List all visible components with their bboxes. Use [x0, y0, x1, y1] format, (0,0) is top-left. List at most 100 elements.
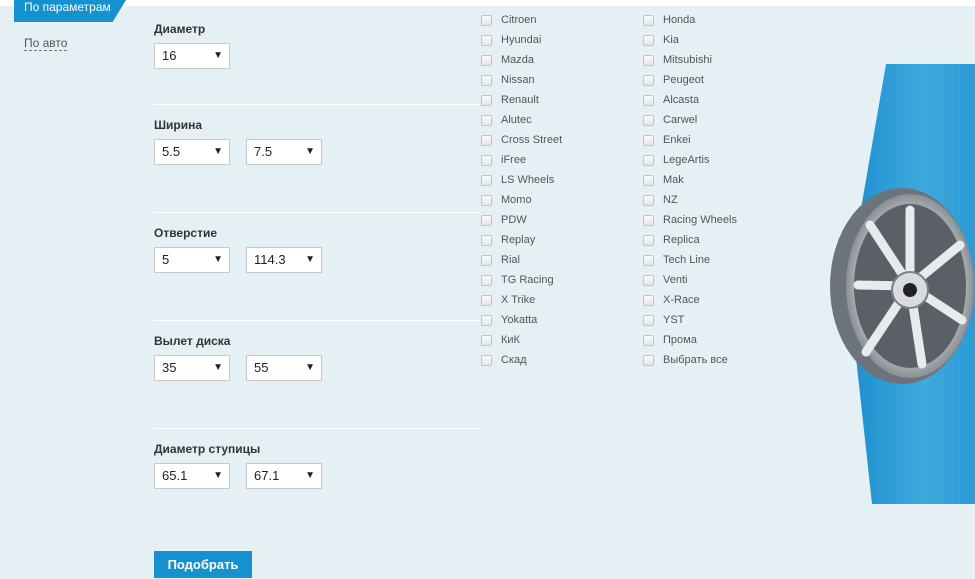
brand-checkbox-item[interactable]: Cross Street	[481, 130, 562, 150]
brand-checkbox-item[interactable]: Mitsubishi	[643, 50, 712, 70]
width-max-select[interactable]: 7.5 ▼	[246, 139, 322, 165]
dropdown-arrow-icon: ▼	[213, 470, 223, 481]
brand-checkbox-item[interactable]: PDW	[481, 210, 527, 230]
brand-checkbox-item[interactable]: LS Wheels	[481, 170, 554, 190]
brand-checkbox-item[interactable]: X Trike	[481, 290, 535, 310]
brand-label: Alcasta	[663, 94, 700, 106]
brand-checkbox-item[interactable]: NZ	[643, 190, 678, 210]
bolt-diameter-value: 114.3	[254, 252, 286, 267]
brand-checkbox-item[interactable]: Honda	[643, 10, 695, 30]
checkbox[interactable]	[643, 254, 654, 266]
checkbox[interactable]	[643, 274, 654, 286]
brand-checkbox-item[interactable]: Прома	[643, 330, 697, 350]
tab-by-car[interactable]: По авто	[24, 36, 68, 51]
checkbox[interactable]	[643, 154, 654, 166]
checkbox[interactable]	[481, 334, 492, 346]
checkbox[interactable]	[481, 54, 492, 66]
brand-label: Mazda	[501, 54, 535, 66]
brand-checkbox-item[interactable]: Citroen	[481, 10, 536, 30]
brand-checkbox-item[interactable]: Alutec	[481, 110, 532, 130]
checkbox[interactable]	[481, 194, 492, 206]
checkbox[interactable]	[643, 174, 654, 186]
dropdown-arrow-icon: ▼	[213, 362, 223, 373]
brand-checkbox-item[interactable]: Enkei	[643, 130, 691, 150]
brand-label: iFree	[501, 154, 527, 166]
brand-checkbox-item[interactable]: Venti	[643, 270, 687, 290]
offset-min-select[interactable]: 35 ▼	[154, 355, 230, 381]
checkbox[interactable]	[481, 114, 492, 126]
checkbox[interactable]	[481, 214, 492, 226]
checkbox[interactable]	[481, 274, 492, 286]
brand-checkbox-item[interactable]: iFree	[481, 150, 526, 170]
checkbox[interactable]	[481, 74, 492, 86]
width-max-value: 7.5	[254, 144, 273, 159]
checkbox[interactable]	[643, 234, 654, 246]
brand-checkbox-item[interactable]: TG Racing	[481, 270, 554, 290]
brand-checkbox-item[interactable]: Hyundai	[481, 30, 541, 50]
checkbox[interactable]	[481, 254, 492, 266]
brand-checkbox-item[interactable]: Peugeot	[643, 70, 704, 90]
checkbox[interactable]	[643, 114, 654, 126]
checkbox[interactable]	[643, 194, 654, 206]
checkbox[interactable]	[643, 314, 654, 326]
checkbox[interactable]	[481, 294, 492, 306]
brand-label: Peugeot	[663, 74, 704, 86]
brand-checkbox-item[interactable]: Replica	[643, 230, 700, 250]
checkbox[interactable]	[643, 334, 654, 346]
brand-checkbox-item[interactable]: Tech Line	[643, 250, 710, 270]
divider	[154, 212, 479, 213]
brand-checkbox-item[interactable]: Carwel	[643, 110, 697, 130]
brand-checkbox-item[interactable]: Momo	[481, 190, 532, 210]
brand-checkbox-item[interactable]: Rial	[481, 250, 520, 270]
brand-checkbox-item[interactable]: LegeArtis	[643, 150, 709, 170]
checkbox[interactable]	[481, 174, 492, 186]
checkbox[interactable]	[481, 354, 492, 366]
checkbox[interactable]	[481, 314, 492, 326]
checkbox[interactable]	[481, 234, 492, 246]
brand-checkbox-item[interactable]: Alcasta	[643, 90, 699, 110]
brand-checkbox-item[interactable]: YST	[643, 310, 684, 330]
brand-checkbox-item[interactable]: Mazda	[481, 50, 534, 70]
brand-checkbox-item[interactable]: Mak	[643, 170, 684, 190]
submit-button[interactable]: Подобрать	[154, 551, 252, 578]
checkbox[interactable]	[481, 34, 492, 46]
checkbox[interactable]	[643, 74, 654, 86]
divider	[154, 428, 479, 429]
brand-checkbox-item[interactable]: Скад	[481, 350, 527, 370]
brand-checkbox-item[interactable]: Выбрать все	[643, 350, 728, 370]
brand-checkbox-item[interactable]: Nissan	[481, 70, 535, 90]
brand-checkbox-item[interactable]: Replay	[481, 230, 535, 250]
checkbox[interactable]	[643, 134, 654, 146]
checkbox[interactable]	[643, 354, 654, 366]
brand-checkbox-item[interactable]: Yokatta	[481, 310, 537, 330]
brand-label: X-Race	[663, 294, 700, 306]
checkbox[interactable]	[643, 14, 654, 26]
hub-min-select[interactable]: 65.1 ▼	[154, 463, 230, 489]
brand-label: X Trike	[501, 294, 536, 306]
bolt-diameter-select[interactable]: 114.3 ▼	[246, 247, 322, 273]
checkbox[interactable]	[643, 214, 654, 226]
dropdown-arrow-icon: ▼	[305, 254, 315, 265]
checkbox[interactable]	[643, 34, 654, 46]
checkbox[interactable]	[481, 94, 492, 106]
hub-max-select[interactable]: 67.1 ▼	[246, 463, 322, 489]
checkbox[interactable]	[643, 94, 654, 106]
tab-by-parameters[interactable]: По параметрам	[14, 0, 126, 22]
offset-max-select[interactable]: 55 ▼	[246, 355, 322, 381]
brand-checkbox-item[interactable]: Racing Wheels	[643, 210, 737, 230]
checkbox[interactable]	[481, 14, 492, 26]
diameter-select-value: 16	[162, 48, 177, 63]
bolt-count-select[interactable]: 5 ▼	[154, 247, 230, 273]
brand-label: Mak	[663, 174, 684, 186]
width-min-select[interactable]: 5.5 ▼	[154, 139, 230, 165]
checkbox[interactable]	[481, 134, 492, 146]
brand-checkbox-item[interactable]: Kia	[643, 30, 679, 50]
diameter-select[interactable]: 16 ▼	[154, 43, 230, 69]
checkbox[interactable]	[643, 294, 654, 306]
brand-checkbox-item[interactable]: КиК	[481, 330, 520, 350]
brand-checkbox-item[interactable]: X-Race	[643, 290, 700, 310]
checkbox[interactable]	[481, 154, 492, 166]
wheel-banner-image	[830, 64, 975, 504]
brand-checkbox-item[interactable]: Renault	[481, 90, 539, 110]
checkbox[interactable]	[643, 54, 654, 66]
